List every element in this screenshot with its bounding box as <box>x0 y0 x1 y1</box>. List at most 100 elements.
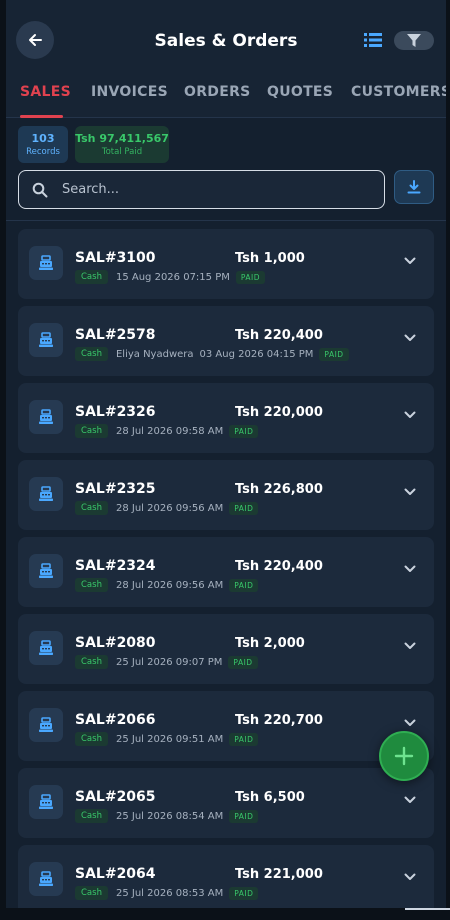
sale-id: SAL#2324 <box>75 558 156 574</box>
tab-orders[interactable]: ORDERS <box>184 84 251 100</box>
search-input[interactable] <box>62 182 362 197</box>
sale-id: SAL#2064 <box>75 866 156 882</box>
sale-datetime: 15 Aug 2026 07:15 PM <box>115 271 230 283</box>
list-view-button[interactable] <box>364 32 382 48</box>
add-sale-button[interactable] <box>379 731 429 781</box>
payment-method-badge: Cash <box>75 501 108 515</box>
sale-amount: Tsh 220,700 <box>235 713 323 728</box>
sale-card[interactable]: SAL#2066 Tsh 220,700 Cash 25 Jul 2026 09:51… <box>18 691 434 761</box>
tab-quotes[interactable]: QUOTES <box>267 84 333 100</box>
top-app-bar: Sales & Orders <box>6 0 446 70</box>
payment-method-badge: Cash <box>75 809 108 823</box>
search-row <box>6 166 446 216</box>
sale-datetime: 28 Jul 2026 09:56 AM <box>115 502 224 514</box>
payment-method-badge: Cash <box>75 270 108 284</box>
sale-datetime: 25 Jul 2026 09:51 AM <box>115 733 224 745</box>
cash-register-icon <box>39 871 53 886</box>
payment-method-badge: Cash <box>75 578 108 592</box>
filter-button[interactable] <box>394 31 434 50</box>
sale-type-icon-box <box>29 862 63 896</box>
tab-sales[interactable]: SALES <box>20 84 71 100</box>
sale-amount: Tsh 6,500 <box>235 790 305 805</box>
sale-type-icon-box <box>29 246 63 280</box>
sale-card[interactable]: SAL#3100 Tsh 1,000 Cash 15 Aug 2026 07:15 P… <box>18 229 434 299</box>
download-icon <box>407 180 421 194</box>
chevron-down-icon[interactable] <box>404 488 416 496</box>
chevron-down-icon[interactable] <box>404 642 416 650</box>
chevron-down-icon[interactable] <box>404 873 416 881</box>
sale-meta-row: Cash 15 Aug 2026 07:15 PM PAID <box>75 270 266 284</box>
cash-register-icon <box>39 563 53 578</box>
status-badge: PAID <box>235 270 266 284</box>
tab-invoices[interactable]: INVOICES <box>91 84 168 100</box>
sale-datetime: 03 Aug 2026 04:15 PM <box>199 348 314 360</box>
back-button[interactable] <box>16 21 54 59</box>
sale-id: SAL#2325 <box>75 481 156 497</box>
records-count-label: Records <box>26 147 60 157</box>
header-divider <box>6 220 446 221</box>
sale-card[interactable]: SAL#2325 Tsh 226,800 Cash 28 Jul 2026 09:56… <box>18 460 434 530</box>
sale-type-icon-box <box>29 477 63 511</box>
sale-id: SAL#2326 <box>75 404 156 420</box>
cash-register-icon <box>39 409 53 424</box>
sale-amount: Tsh 226,800 <box>235 482 323 497</box>
sale-type-icon-box <box>29 554 63 588</box>
summary-stats: 103 Records Tsh 97,411,567 Total Paid <box>6 118 446 166</box>
sale-card[interactable]: SAL#2324 Tsh 220,400 Cash 28 Jul 2026 09:56… <box>18 537 434 607</box>
search-field[interactable] <box>18 170 385 209</box>
chevron-down-icon[interactable] <box>404 334 416 342</box>
sale-datetime: 25 Jul 2026 08:54 AM <box>115 810 224 822</box>
chevron-down-icon[interactable] <box>404 796 416 804</box>
sale-amount: Tsh 220,400 <box>235 559 323 574</box>
status-badge: PAID <box>229 501 259 515</box>
sale-type-icon-box <box>29 631 63 665</box>
sale-type-icon-box <box>29 400 63 434</box>
sale-amount: Tsh 1,000 <box>235 251 305 266</box>
sale-amount: Tsh 220,000 <box>235 405 323 420</box>
sale-meta-row: Cash 25 Jul 2026 08:53 AM PAID <box>75 886 259 900</box>
status-badge: PAID <box>229 424 259 438</box>
sale-card[interactable]: SAL#2065 Tsh 6,500 Cash 25 Jul 2026 08:54 A… <box>18 768 434 838</box>
cash-register-icon <box>39 332 53 347</box>
chevron-down-icon[interactable] <box>404 257 416 265</box>
chevron-down-icon[interactable] <box>404 719 416 727</box>
plus-icon <box>394 746 414 766</box>
download-button[interactable] <box>394 170 434 204</box>
records-count-value: 103 <box>31 132 55 145</box>
sale-id: SAL#3100 <box>75 250 156 266</box>
tab-bar: SALES INVOICES ORDERS QUOTES CUSTOMERS <box>6 70 446 118</box>
sale-amount: Tsh 221,000 <box>235 867 323 882</box>
status-badge: PAID <box>229 732 259 746</box>
sale-meta-row: Cash 25 Jul 2026 08:54 AM PAID <box>75 809 259 823</box>
status-badge: PAID <box>319 347 349 361</box>
sale-id: SAL#2065 <box>75 789 156 805</box>
total-paid-value: Tsh 97,411,567 <box>75 132 169 145</box>
sale-card[interactable]: SAL#2080 Tsh 2,000 Cash 25 Jul 2026 09:07 P… <box>18 614 434 684</box>
sale-datetime: 28 Jul 2026 09:58 AM <box>115 425 224 437</box>
sale-id: SAL#2578 <box>75 327 156 343</box>
total-paid-badge: Tsh 97,411,567 Total Paid <box>75 126 169 163</box>
chevron-down-icon[interactable] <box>404 411 416 419</box>
sale-type-icon-box <box>29 323 63 357</box>
sale-id: SAL#2080 <box>75 635 156 651</box>
filter-icon <box>407 34 421 47</box>
chevron-down-icon[interactable] <box>404 565 416 573</box>
status-badge: PAID <box>229 886 259 900</box>
total-paid-label: Total Paid <box>101 147 143 157</box>
sale-meta-row: Cash 25 Jul 2026 09:51 AM PAID <box>75 732 259 746</box>
status-badge: PAID <box>229 809 259 823</box>
cash-register-icon <box>39 640 53 655</box>
list-view-icon <box>364 33 382 47</box>
cash-register-icon <box>39 794 53 809</box>
payment-method-badge: Cash <box>75 655 108 669</box>
cash-register-icon <box>39 717 53 732</box>
sale-card[interactable]: SAL#2064 Tsh 221,000 Cash 25 Jul 2026 08:53… <box>18 845 434 908</box>
sale-type-icon-box <box>29 785 63 819</box>
sale-card[interactable]: SAL#2578 Tsh 220,400 Cash Eliya Nyadwera 03 … <box>18 306 434 376</box>
sale-type-icon-box <box>29 708 63 742</box>
customer-name: Eliya Nyadwera <box>115 348 194 360</box>
sale-card[interactable]: SAL#2326 Tsh 220,000 Cash 28 Jul 2026 09:58… <box>18 383 434 453</box>
sale-meta-row: Cash 25 Jul 2026 09:07 PM PAID <box>75 655 258 669</box>
tab-customers[interactable]: CUSTOMERS <box>351 84 446 100</box>
payment-method-badge: Cash <box>75 732 108 746</box>
